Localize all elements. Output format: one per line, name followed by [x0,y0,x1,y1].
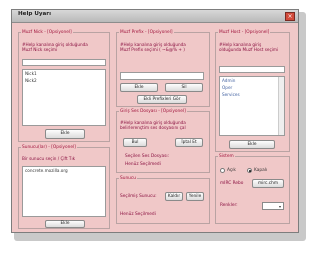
list-item[interactable]: Oper [220,84,284,91]
server-group: Sunucu(lar) - [Opsiyonel] Bir sunucu seç… [18,145,110,229]
help-window: Help Uyarı × Muzf Nick - [Opsiyonel] #He… [11,9,299,233]
host-add-button[interactable]: Ekle [229,140,275,149]
sunucu-selected-label: Seçilmiş Sunucu: [120,194,157,199]
colors-label: Renkler: [220,203,238,208]
prefix-list-button[interactable]: Ekli Prefixleri Gör [137,95,187,104]
system-group-title: Sistem [218,154,235,159]
sound-selected-label: Seçilen Ses Dosyası: [125,154,170,159]
closed-label: Kapalı [254,168,268,173]
open-label: Açık [227,168,236,173]
open-radio[interactable] [220,168,225,173]
host-input[interactable] [219,66,285,73]
sunucu-refresh-button[interactable]: Yenile [186,192,204,201]
prefix-note: #Help kanalına giriş olduğunda Muzf Pref… [120,42,186,53]
nick-add-button[interactable]: Ekle [45,129,85,139]
list-item[interactable]: Admin [220,77,284,84]
host-list[interactable]: Admin Oper Services [219,76,285,136]
host-note: #Help kanalına giriş olduğunda Muzf Host… [219,42,279,53]
server-note: Bir sunucu seçin / Çift Tık [22,156,76,161]
sound-cancel-button[interactable]: İptal Et [175,138,203,147]
nick-group: Muzf Nick - [Opsiyonel] #Help kanalına g… [18,30,110,142]
sound-find-button[interactable]: Bul [123,138,147,147]
list-item[interactable]: Nick1 [23,70,105,77]
sunucu-remove-button[interactable]: Kaldır [165,192,183,201]
system-group: Sistem Açık Kapalı mIRC Rebo mirc.chm Re… [215,154,290,224]
window-title: Help Uyarı [18,11,51,17]
prefix-add-button[interactable]: Ekle [120,83,158,92]
chevron-down-icon: ▾ [278,204,281,209]
sound-group: Giriş Ses Dosyası - [Opsiyonel] #Help ka… [116,109,210,173]
server-list[interactable]: concrete.mozilla.org [22,166,106,217]
close-button[interactable]: × [285,12,295,21]
nick-input[interactable] [22,59,106,66]
host-group: Muzf Host - [Opsiyonel] #Help kanalına g… [215,30,290,152]
sunucu-group: Sunucu Seçilmiş Sunucu: Kaldır Yenile He… [116,176,210,224]
closed-radio[interactable] [247,168,252,173]
nick-group-title: Muzf Nick - [Opsiyonel] [21,30,73,35]
prefix-input[interactable] [120,72,204,80]
mirc-label: mIRC Rebo [220,181,244,186]
prefix-group-title: Muzf Prefix - [Opsiyonel] [119,30,174,35]
nick-note: #Help kanalına giriş olduğunda Muzf Nick… [22,42,88,53]
list-item[interactable]: concrete.mozilla.org [23,167,105,174]
list-item[interactable]: Services [220,91,284,98]
sunucu-selected-value: Henüz Seçilmedi [120,212,156,217]
mirc-chm-button[interactable]: mirc.chm [252,179,284,188]
nick-list[interactable]: Nick1 Nick2 [22,69,106,126]
sunucu-group-title: Sunucu [119,176,137,181]
colors-select[interactable]: ▾ [262,202,284,210]
title-bar: Help Uyarı × [12,10,298,23]
sound-note: #Help kanalına giriş olduğunda belirlere… [120,120,186,131]
list-item[interactable]: Nick2 [23,77,105,84]
server-add-button[interactable]: Ekle [45,220,85,228]
server-group-title: Sunucu(lar) - [Opsiyonel] [21,145,77,150]
host-list-scrollbar[interactable] [278,77,284,135]
sound-group-title: Giriş Ses Dosyası - [Opsiyonel] [119,109,187,114]
sound-selected-value: Henüz Seçilmedi [125,162,161,167]
prefix-delete-button[interactable]: Sil [165,83,203,92]
host-group-title: Muzf Host - [Opsiyonel] [218,30,271,35]
prefix-group: Muzf Prefix - [Opsiyonel] #Help kanalına… [116,30,210,107]
